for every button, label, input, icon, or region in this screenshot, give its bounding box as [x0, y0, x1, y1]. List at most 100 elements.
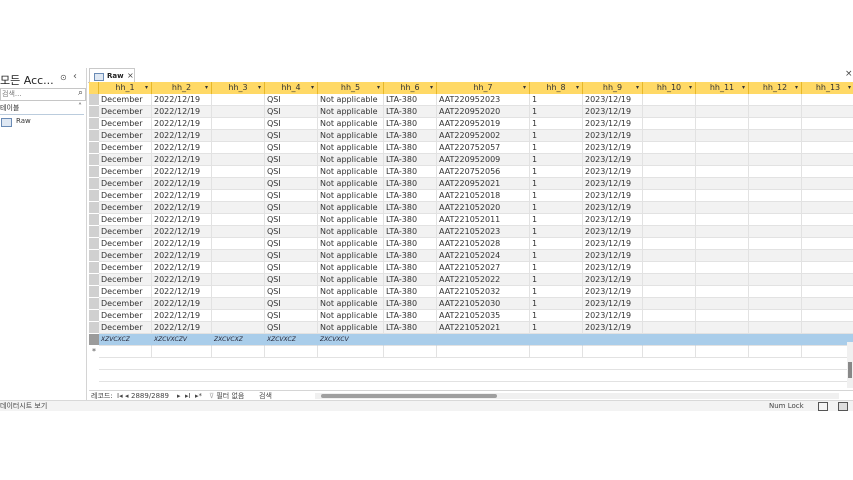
table-cell[interactable]: AAT220952020	[437, 106, 530, 118]
table-cell[interactable]	[212, 154, 265, 166]
empty-row[interactable]	[89, 358, 853, 370]
table-cell[interactable]: 2022/12/19	[152, 106, 212, 118]
table-cell[interactable]	[802, 274, 853, 286]
table-cell[interactable]: Not applicable	[318, 106, 384, 118]
table-row[interactable]: December 2022/12/19 QSI Not applicable LTA-3…	[89, 94, 853, 106]
table-cell[interactable]	[749, 238, 802, 250]
table-row[interactable]: December 2022/12/19 QSI Not applicable LTA-3…	[89, 166, 853, 178]
table-cell[interactable]	[802, 322, 853, 334]
table-cell[interactable]: LTA-380	[384, 322, 437, 334]
table-cell[interactable]	[212, 106, 265, 118]
table-row[interactable]: December 2022/12/19 QSI Not applicable LTA-3…	[89, 130, 853, 142]
table-cell[interactable]: December	[99, 322, 152, 334]
table-cell[interactable]	[802, 250, 853, 262]
table-cell[interactable]: 1	[530, 142, 583, 154]
dropdown-arrow-icon[interactable]: ▾	[377, 82, 380, 94]
column-header[interactable]: hh_1 ▾	[99, 82, 152, 94]
table-cell[interactable]	[643, 250, 696, 262]
table-cell[interactable]: December	[99, 190, 152, 202]
table-cell[interactable]: AAT221052018	[437, 190, 530, 202]
table-cell[interactable]	[802, 370, 853, 382]
table-cell[interactable]: Not applicable	[318, 130, 384, 142]
table-cell[interactable]: 2022/12/19	[152, 286, 212, 298]
table-cell[interactable]: AAT220952023	[437, 94, 530, 106]
row-selector[interactable]	[89, 130, 99, 142]
table-cell[interactable]	[583, 358, 643, 370]
table-cell[interactable]: December	[99, 130, 152, 142]
table-cell[interactable]: AAT221052023	[437, 226, 530, 238]
dropdown-arrow-icon[interactable]: ▾	[205, 82, 208, 94]
table-cell[interactable]: 2022/12/19	[152, 154, 212, 166]
datasheet-view-icon[interactable]	[818, 402, 828, 411]
table-cell[interactable]	[802, 286, 853, 298]
table-cell[interactable]	[643, 94, 696, 106]
table-cell[interactable]	[696, 310, 749, 322]
table-cell[interactable]	[749, 310, 802, 322]
row-selector[interactable]	[89, 166, 99, 178]
table-row[interactable]: December 2022/12/19 QSI Not applicable LTA-3…	[89, 118, 853, 130]
table-cell[interactable]: Not applicable	[318, 322, 384, 334]
table-cell[interactable]: 1	[530, 274, 583, 286]
table-cell[interactable]: 2023/12/19	[583, 178, 643, 190]
table-cell[interactable]: 2023/12/19	[583, 298, 643, 310]
dropdown-arrow-icon[interactable]: ▾	[311, 82, 314, 94]
dropdown-arrow-icon[interactable]: ▾	[576, 82, 579, 94]
table-cell[interactable]	[749, 94, 802, 106]
table-cell[interactable]: December	[99, 106, 152, 118]
table-cell[interactable]: LTA-380	[384, 178, 437, 190]
horizontal-scrollbar[interactable]	[315, 393, 839, 399]
table-cell[interactable]	[802, 262, 853, 274]
table-cell[interactable]: AAT221052035	[437, 310, 530, 322]
table-cell[interactable]: AAT221052032	[437, 286, 530, 298]
table-cell[interactable]: AAT221052030	[437, 298, 530, 310]
table-cell[interactable]	[749, 214, 802, 226]
table-cell[interactable]: LTA-380	[384, 190, 437, 202]
table-cell[interactable]: 2023/12/19	[583, 274, 643, 286]
table-cell[interactable]: AAT220952019	[437, 118, 530, 130]
row-selector[interactable]	[89, 178, 99, 190]
table-cell[interactable]	[212, 202, 265, 214]
table-cell[interactable]: 1	[530, 238, 583, 250]
table-cell[interactable]	[749, 274, 802, 286]
table-cell[interactable]	[643, 310, 696, 322]
table-cell[interactable]	[99, 346, 152, 358]
table-cell[interactable]	[265, 346, 318, 358]
table-cell[interactable]	[802, 214, 853, 226]
table-cell[interactable]	[802, 178, 853, 190]
table-cell[interactable]	[696, 190, 749, 202]
table-cell[interactable]	[643, 178, 696, 190]
table-cell[interactable]: Not applicable	[318, 310, 384, 322]
table-cell[interactable]	[749, 190, 802, 202]
table-cell[interactable]	[643, 370, 696, 382]
table-cell[interactable]	[530, 334, 583, 346]
table-row[interactable]: December 2022/12/19 QSI Not applicable LTA-3…	[89, 298, 853, 310]
table-cell[interactable]	[802, 382, 853, 390]
table-cell[interactable]: AAT221052028	[437, 238, 530, 250]
table-cell[interactable]: QSI	[265, 298, 318, 310]
table-cell[interactable]: 2022/12/19	[152, 262, 212, 274]
table-cell[interactable]: 1	[530, 250, 583, 262]
table-cell[interactable]	[152, 370, 212, 382]
table-cell[interactable]	[643, 286, 696, 298]
table-cell[interactable]: December	[99, 154, 152, 166]
table-cell[interactable]	[437, 334, 530, 346]
table-cell[interactable]	[530, 346, 583, 358]
table-cell[interactable]	[265, 358, 318, 370]
table-cell[interactable]: Not applicable	[318, 166, 384, 178]
table-cell[interactable]	[696, 94, 749, 106]
column-header[interactable]: hh_9 ▾	[583, 82, 643, 94]
table-cell[interactable]	[212, 310, 265, 322]
table-cell[interactable]: LTA-380	[384, 286, 437, 298]
table-cell[interactable]: LTA-380	[384, 274, 437, 286]
table-cell[interactable]	[696, 346, 749, 358]
column-header[interactable]: hh_11 ▾	[696, 82, 749, 94]
vertical-scroll-thumb[interactable]	[848, 362, 852, 378]
column-header[interactable]: hh_7 ▾	[437, 82, 530, 94]
table-cell[interactable]	[384, 358, 437, 370]
table-cell[interactable]: December	[99, 94, 152, 106]
table-cell[interactable]: Not applicable	[318, 298, 384, 310]
table-cell[interactable]: XZCVXCZV	[152, 334, 212, 346]
table-cell[interactable]	[643, 190, 696, 202]
table-row[interactable]: December 2022/12/19 QSI Not applicable LTA-3…	[89, 202, 853, 214]
table-cell[interactable]: LTA-380	[384, 226, 437, 238]
